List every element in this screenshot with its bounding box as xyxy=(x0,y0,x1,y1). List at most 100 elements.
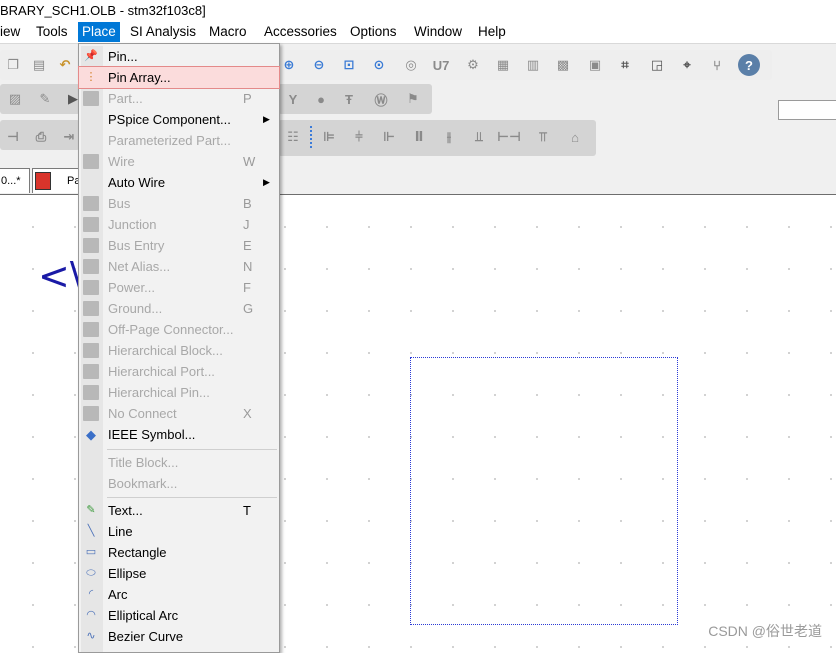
cursor-icon[interactable]: ⌖ xyxy=(678,56,696,74)
align-center-icon[interactable]: ⫩ xyxy=(350,128,368,146)
menu-item-title-block[interactable]: Title Block... xyxy=(79,452,279,473)
list-icon[interactable]: ▥ xyxy=(524,56,542,74)
elliptical-arc-icon: ◠ xyxy=(86,609,96,621)
menu-item-ieee-symbol[interactable]: ◆ IEEE Symbol... xyxy=(79,424,279,445)
tab-library[interactable]: 0...* xyxy=(0,168,30,193)
pin-v-icon[interactable]: Y xyxy=(284,90,302,108)
menu-item-bezier-curve[interactable]: ∿ Bezier Curve xyxy=(79,626,279,647)
menu-accessories[interactable]: Accessories xyxy=(260,22,341,42)
rectangle-icon: ▭ xyxy=(85,546,97,558)
part-reference-text[interactable]: <\ xyxy=(38,254,83,298)
menu-help[interactable]: Help xyxy=(474,22,510,42)
zoom-area-icon[interactable]: ⊡ xyxy=(340,56,358,74)
part-body-selection-box[interactable] xyxy=(410,357,678,625)
block-icon[interactable]: ◲ xyxy=(648,56,666,74)
help-icon[interactable]: ? xyxy=(738,54,760,76)
copy-icon[interactable]: ❐ xyxy=(4,56,22,74)
circle-icon[interactable]: ● xyxy=(312,90,330,108)
frame-icon[interactable]: ⌗ xyxy=(616,56,634,74)
pin-array-icon: ⋮ xyxy=(85,71,97,83)
menu-window[interactable]: Window xyxy=(410,22,466,42)
menu-item-power[interactable]: Power... F xyxy=(79,277,279,298)
arrow-right-icon[interactable]: ⊣ xyxy=(4,128,22,146)
power-icon xyxy=(83,280,99,295)
flag-icon[interactable]: ⚑ xyxy=(404,90,422,108)
tab-part[interactable]: Pa xyxy=(32,168,82,193)
submenu-arrow-icon: ▶ xyxy=(263,177,270,187)
menu-item-net-alias[interactable]: Net Alias... N xyxy=(79,256,279,277)
menu-item-hierarchical-port[interactable]: Hierarchical Port... xyxy=(79,361,279,382)
lock-icon[interactable]: ⌂ xyxy=(566,128,584,146)
distribute-vertical-icon[interactable]: ⫪ xyxy=(534,128,552,146)
menu-item-parameterized-part[interactable]: Parameterized Part... xyxy=(79,130,279,151)
chart-icon[interactable]: ▨ xyxy=(6,90,24,108)
menu-item-auto-wire[interactable]: Auto Wire ▶ xyxy=(79,172,279,193)
zoom-out-icon[interactable]: ⊖ xyxy=(310,56,328,74)
menu-item-text[interactable]: ✎ Text... T xyxy=(79,500,279,521)
menu-item-ellipse[interactable]: ⬭ Ellipse xyxy=(79,563,279,584)
menu-item-pin-array[interactable]: ⋮ Pin Array... xyxy=(78,66,280,89)
visibility-icon[interactable]: ◎ xyxy=(402,56,420,74)
align-right-icon[interactable]: ⊩ xyxy=(380,128,398,146)
document-icon[interactable]: ▦ xyxy=(494,56,512,74)
distribute-horizontal-icon[interactable]: ⊢⊣ xyxy=(497,128,521,146)
ground-icon xyxy=(83,301,99,316)
align-left-icon[interactable]: ⊫ xyxy=(320,128,338,146)
undo-icon[interactable]: ↶ xyxy=(56,56,74,74)
menu-place[interactable]: Place xyxy=(78,22,120,42)
menu-item-part[interactable]: Part... P xyxy=(79,88,279,109)
watermark-icon[interactable]: Ⓦ xyxy=(372,90,390,108)
menu-item-hierarchical-pin[interactable]: Hierarchical Pin... xyxy=(79,382,279,403)
menu-item-no-connect[interactable]: No Connect X xyxy=(79,403,279,424)
menu-tools[interactable]: Tools xyxy=(32,22,72,42)
menu-macro[interactable]: Macro xyxy=(205,22,251,42)
menu-item-line[interactable]: ╲ Line xyxy=(79,521,279,542)
part-icon xyxy=(83,91,99,106)
hierarchical-port-icon xyxy=(83,364,99,379)
u7-icon[interactable]: U7 xyxy=(432,56,450,74)
menu-item-wire[interactable]: Wire W xyxy=(79,151,279,172)
menu-item-bookmark[interactable]: Bookmark... xyxy=(79,473,279,494)
pin-t-icon[interactable]: Ŧ xyxy=(340,90,358,108)
menu-item-hierarchical-block[interactable]: Hierarchical Block... xyxy=(79,340,279,361)
zoom-in-icon[interactable]: ⊕ xyxy=(280,56,298,74)
part-tab-icon xyxy=(35,172,51,190)
toolbar-separator xyxy=(310,126,314,148)
menu-item-bus[interactable]: Bus B xyxy=(79,193,279,214)
menu-item-pspice-component[interactable]: PSpice Component... ▶ xyxy=(79,109,279,130)
window-title: BRARY_SCH1.OLB - stm32f103c8] xyxy=(0,3,206,18)
paste-icon[interactable]: ▤ xyxy=(30,56,48,74)
menu-item-arc[interactable]: ◜ Arc xyxy=(79,584,279,605)
net-alias-icon xyxy=(83,259,99,274)
menu-options[interactable]: Options xyxy=(346,22,401,42)
print-icon[interactable]: ⎙ xyxy=(32,128,50,146)
toolbar-search-input[interactable] xyxy=(778,100,836,120)
line-icon: ╲ xyxy=(87,525,95,537)
menu-item-off-page-connector[interactable]: Off-Page Connector... xyxy=(79,319,279,340)
place-menu-dropdown: 📌 Pin... ⋮ Pin Array... Part... P PSpice… xyxy=(78,43,280,653)
tree-icon[interactable]: ⑂ xyxy=(708,56,726,74)
menu-view[interactable]: iew xyxy=(0,22,24,42)
off-page-connector-icon xyxy=(83,322,99,337)
zoom-all-icon[interactable]: ⊙ xyxy=(370,56,388,74)
align-bottom-icon[interactable]: ⫫ xyxy=(470,128,488,146)
menu-item-junction[interactable]: Junction J xyxy=(79,214,279,235)
menu-item-elliptical-arc[interactable]: ◠ Elliptical Arc xyxy=(79,605,279,626)
wire-icon xyxy=(83,154,99,169)
gear-icon[interactable]: ⚙ xyxy=(464,56,482,74)
align-top-icon[interactable]: Ⅱ xyxy=(410,128,428,146)
edit-part-icon[interactable]: ✎ xyxy=(36,90,54,108)
text-icon: ✎ xyxy=(86,504,96,516)
hierarchical-block-icon xyxy=(83,343,99,358)
menu-item-rectangle[interactable]: ▭ Rectangle xyxy=(79,542,279,563)
export-icon[interactable]: ⇥ xyxy=(60,128,78,146)
pin-icon: 📌 xyxy=(84,50,98,62)
grid-icon[interactable]: ▩ xyxy=(554,56,572,74)
align-middle-icon[interactable]: ⫲ xyxy=(440,128,458,146)
menu-item-bus-entry[interactable]: Bus Entry E xyxy=(79,235,279,256)
menu-si-analysis[interactable]: SI Analysis xyxy=(126,22,200,42)
menu-item-ground[interactable]: Ground... G xyxy=(79,298,279,319)
table-icon[interactable]: ☷ xyxy=(284,128,302,146)
menu-item-pin[interactable]: 📌 Pin... xyxy=(79,46,279,67)
chip-icon[interactable]: ▣ xyxy=(586,56,604,74)
